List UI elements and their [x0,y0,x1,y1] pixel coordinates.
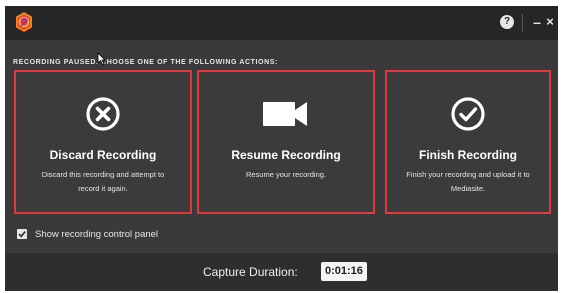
discard-recording-description: Discard this recording and attempt to re… [41,170,165,193]
capture-duration-value: 0:01:16 [321,262,367,281]
footer-bar: Capture Duration: 0:01:16 [5,253,558,291]
circle-check-icon [451,97,485,131]
resume-recording-title: Resume Recording [231,148,341,162]
finish-recording-description: Finish your recording and upload it to M… [406,170,530,193]
recording-paused-window: ? – × RECORDING PAUSED. CHOOSE ONE OF TH… [5,6,558,291]
discard-recording-title: Discard Recording [49,148,157,162]
discard-recording-button[interactable]: Discard Recording Discard this recording… [14,70,192,214]
instruction-text: RECORDING PAUSED. CHOOSE ONE OF THE FOLL… [13,59,278,66]
close-icon[interactable]: × [544,13,556,31]
video-camera-icon [263,102,307,126]
titlebar-separator [522,14,523,32]
mediasite-logo-icon [16,12,32,32]
minimize-icon[interactable]: – [531,13,543,31]
show-control-panel-checkbox[interactable] [17,229,27,239]
resume-recording-description: Resume your recording. [245,170,327,179]
finish-recording-title: Finish Recording [418,148,517,162]
show-control-panel-option[interactable]: Show recording control panel [17,227,158,241]
resume-recording-button[interactable]: Resume Recording Resume your recording. [197,70,375,214]
show-control-panel-label: Show recording control panel [35,228,159,240]
help-icon[interactable]: ? [500,15,514,29]
mouse-cursor-icon [97,52,106,65]
checkmark-icon [18,231,26,238]
finish-recording-button[interactable]: Finish Recording Finish your recording a… [385,70,551,214]
title-bar: ? – × [5,6,558,40]
capture-duration-label: Capture Duration: [203,265,298,279]
circle-x-icon [86,97,120,131]
